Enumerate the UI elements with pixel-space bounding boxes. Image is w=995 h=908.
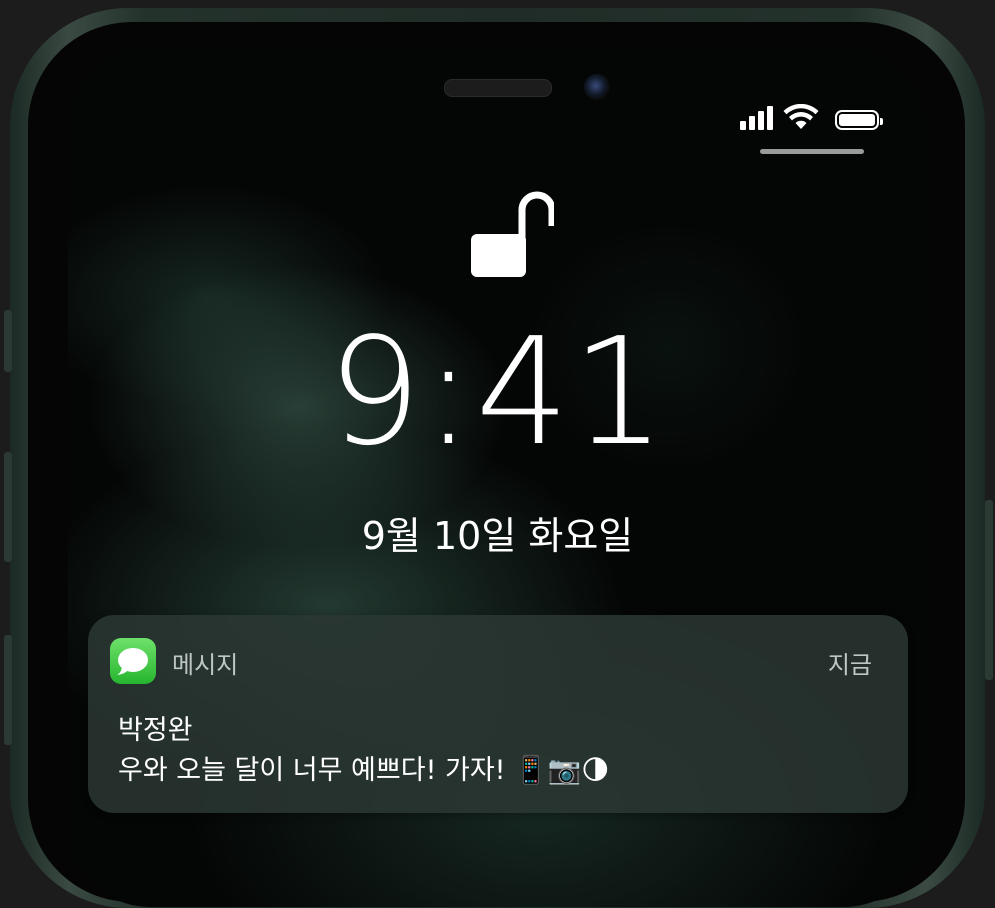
wifi-icon <box>783 104 819 129</box>
notification-sender: 박정완 <box>118 715 193 746</box>
front-camera <box>584 74 610 100</box>
earpiece-speaker <box>444 79 552 97</box>
messages-app-icon <box>110 638 156 684</box>
notification-message: 우와 오늘 달이 너무 예쁘다! 가자! 📱📷🌗 <box>118 755 610 786</box>
lock-screen-time: 9:41 <box>327 306 668 478</box>
unlocked-padlock-icon[interactable] <box>470 188 554 278</box>
volume-down-button <box>4 635 12 745</box>
battery-icon <box>835 110 883 130</box>
control-center-grabber[interactable] <box>760 149 864 154</box>
status-bar <box>740 104 883 130</box>
lock-screen-date: 9월 10일 화요일 <box>361 514 634 558</box>
cellular-signal-icon <box>740 104 773 130</box>
notification-app-name: 메시지 <box>172 651 239 679</box>
message-notification[interactable]: 메시지 지금 박정완 우와 오늘 달이 너무 예쁘다! 가자! 📱📷🌗 <box>88 615 908 813</box>
notification-time: 지금 <box>827 651 872 679</box>
